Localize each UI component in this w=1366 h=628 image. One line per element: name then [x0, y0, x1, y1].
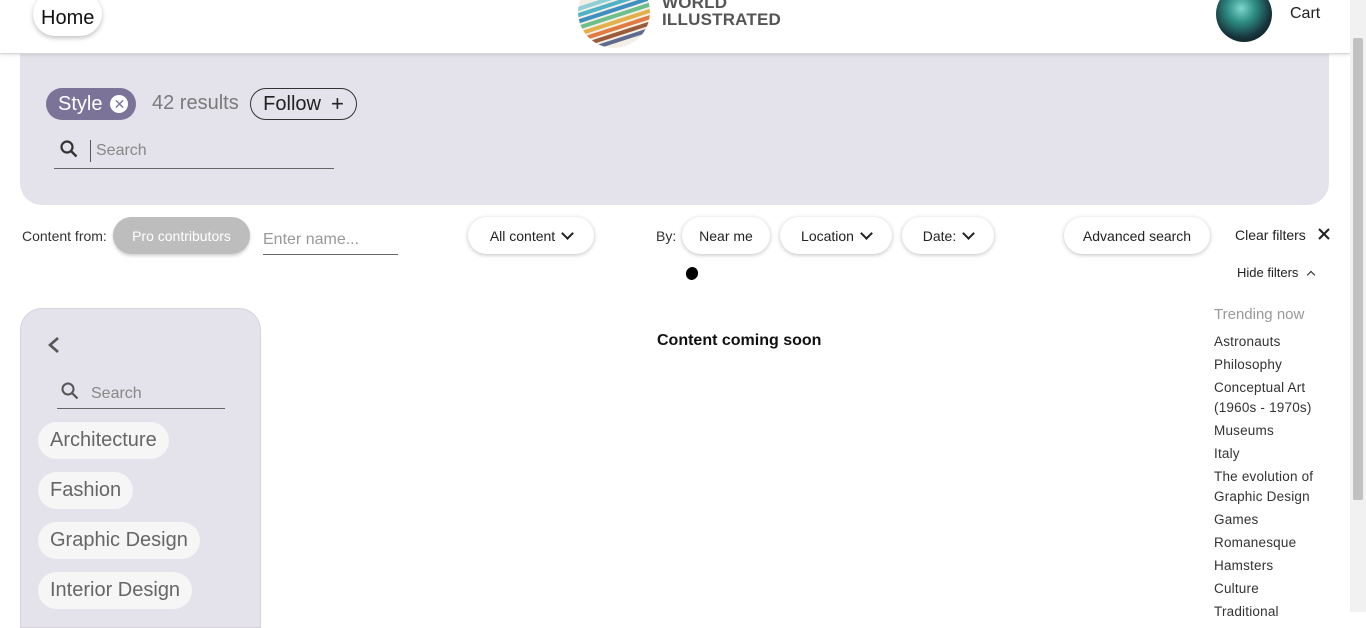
chevron-down-icon [561, 226, 575, 240]
advanced-search-button[interactable]: Advanced search [1064, 217, 1210, 254]
content-from-label: Content from: [22, 228, 107, 244]
chevron-left-icon[interactable] [45, 335, 65, 355]
date-label: Date: [922, 227, 957, 244]
trending-item[interactable]: Hamsters [1214, 556, 1339, 576]
contributor-name-input[interactable] [263, 225, 398, 255]
content-coming-soon-message: Content coming soon [657, 332, 822, 349]
mouse-cursor-icon [684, 265, 700, 282]
trending-item[interactable]: Italy [1214, 444, 1339, 464]
user-avatar[interactable] [1216, 0, 1272, 42]
trending-item[interactable]: The evolution of Graphic Design [1214, 467, 1339, 507]
sidebar-search-input[interactable] [91, 384, 221, 403]
trending-item[interactable]: Culture [1214, 579, 1339, 599]
category-chip-architecture[interactable]: Architecture [38, 422, 169, 459]
trending-item[interactable]: Philosophy [1214, 355, 1339, 375]
trending-item[interactable]: Traditional [1214, 602, 1339, 622]
logo-globe-icon[interactable] [578, 0, 650, 48]
by-label: By: [656, 228, 677, 244]
plus-icon: + [330, 91, 344, 116]
scrollbar-thumb[interactable] [1353, 38, 1363, 500]
home-label: Home [41, 6, 95, 29]
hide-filters-label: Hide filters [1237, 265, 1299, 280]
page-scrollbar[interactable] [1350, 0, 1366, 612]
trending-title: Trending now [1214, 306, 1305, 323]
results-count: 42 results [152, 92, 239, 114]
cart-link[interactable]: Cart [1290, 5, 1320, 23]
hide-filters-button[interactable]: Hide filters [1237, 265, 1316, 280]
trending-item[interactable]: Games [1214, 510, 1339, 530]
chevron-down-icon [962, 226, 976, 240]
near-me-button[interactable]: Near me [682, 217, 770, 254]
trending-list: Astronauts Philosophy Conceptual Art (19… [1214, 332, 1339, 625]
sidebar-search-field[interactable] [57, 379, 225, 409]
location-label: Location [801, 227, 854, 244]
category-chip-fashion[interactable]: Fashion [38, 472, 134, 509]
home-button[interactable]: Home [33, 0, 103, 36]
near-me-label: Near me [699, 227, 753, 244]
category-chip-interior-design[interactable]: Interior Design [38, 572, 193, 609]
category-sidebar: Architecture Fashion Graphic Design Inte… [20, 308, 261, 628]
trending-item[interactable]: Museums [1214, 421, 1339, 441]
clear-filters-label: Clear filters [1235, 227, 1306, 243]
site-logo-text[interactable]: WORLD ILLUSTRATED [662, 0, 781, 28]
follow-label: Follow [263, 92, 321, 115]
topic-search-input[interactable] [96, 142, 316, 160]
category-chip-graphic-design[interactable]: Graphic Design [38, 522, 200, 559]
trending-item[interactable]: Astronauts [1214, 332, 1339, 352]
clear-filters-button[interactable]: Clear filters [1235, 227, 1330, 243]
date-dropdown[interactable]: Date: [902, 217, 994, 254]
all-content-label: All content [489, 227, 556, 244]
chevron-down-icon [860, 226, 873, 240]
logo-line-2: ILLUSTRATED [662, 10, 781, 29]
search-icon [60, 139, 78, 163]
advanced-search-label: Advanced search [1082, 227, 1192, 244]
text-cursor [90, 140, 91, 162]
close-icon [1318, 227, 1330, 243]
follow-button[interactable]: Follow + [250, 88, 357, 120]
topic-search-field[interactable] [54, 134, 334, 169]
chevron-up-icon [1307, 270, 1316, 279]
trending-item[interactable]: Conceptual Art (1960s - 1970s) [1214, 378, 1339, 418]
topic-chip-style: Style ✕ [46, 88, 137, 120]
trending-item[interactable]: Romanesque [1214, 533, 1339, 553]
close-circle-icon[interactable]: ✕ [110, 95, 129, 113]
search-icon [61, 382, 79, 405]
top-header: Home WORLD ILLUSTRATED Cart [0, 0, 1350, 54]
location-dropdown[interactable]: Location [780, 217, 892, 254]
all-content-dropdown[interactable]: All content [468, 217, 594, 254]
pro-contributors-button[interactable]: Pro contributors [113, 217, 250, 254]
topic-chip-label: Style [58, 92, 103, 115]
topic-panel: Style ✕ 42 results Follow + [20, 54, 1329, 205]
